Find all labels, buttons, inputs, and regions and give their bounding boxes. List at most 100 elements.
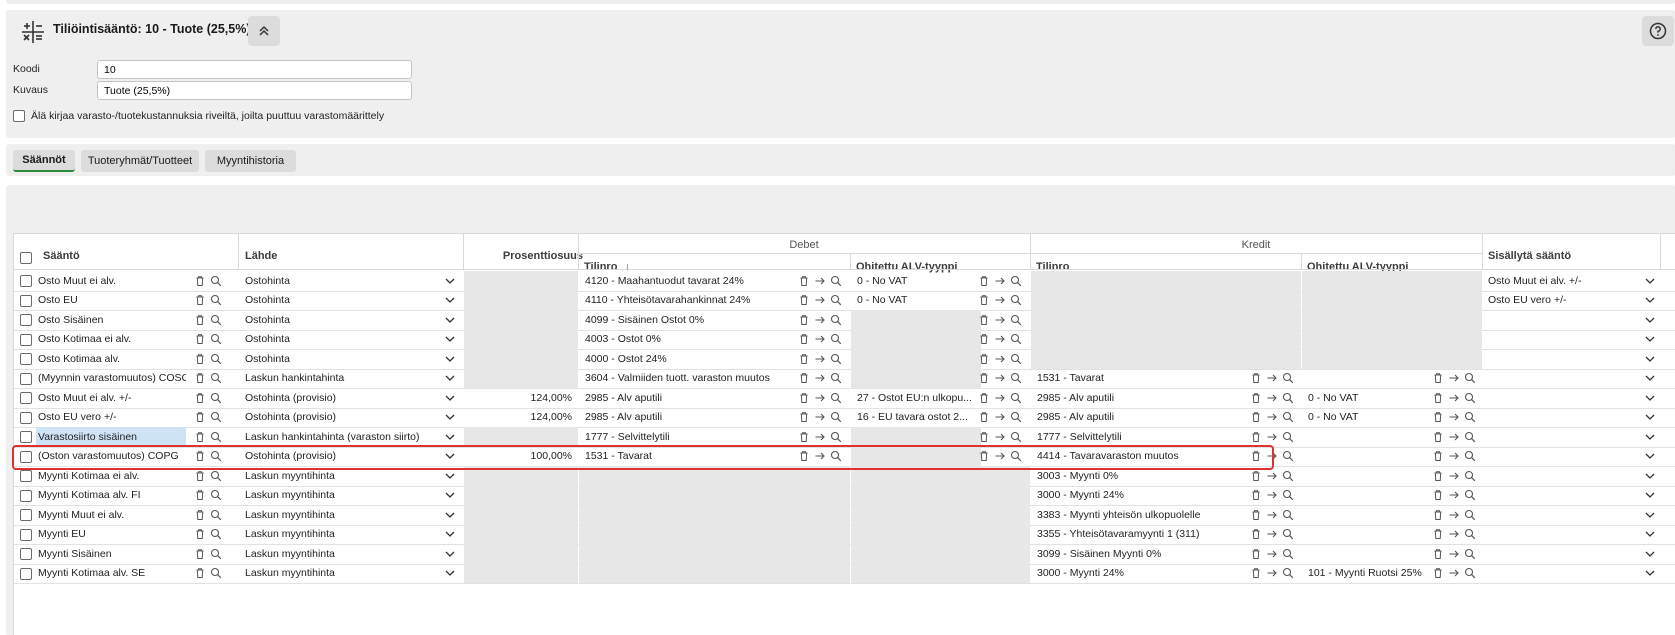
search-icon[interactable] — [1010, 275, 1022, 287]
search-icon[interactable] — [1464, 372, 1476, 384]
delete-icon[interactable] — [194, 392, 206, 404]
search-icon[interactable] — [1282, 528, 1294, 540]
source-value[interactable]: Laskun hankintahinta — [245, 369, 435, 389]
table-row[interactable]: Myynti Muut ei alv. Laskun myyntihinta 338… — [14, 505, 1675, 526]
search-icon[interactable] — [1464, 431, 1476, 443]
debet-account[interactable] — [579, 563, 779, 583]
select-all-checkbox[interactable] — [20, 252, 32, 264]
include-rule[interactable] — [1488, 427, 1648, 447]
kredit-vat-type[interactable]: 101 - Myynti Ruotsi 25% — [1302, 564, 1432, 584]
search-icon[interactable] — [830, 333, 842, 345]
header-saanto[interactable]: Sääntö — [43, 250, 80, 262]
debet-account[interactable]: 2985 - Alv aputili — [579, 408, 779, 428]
arrow-right-icon[interactable] — [994, 333, 1006, 345]
chevron-down-icon[interactable] — [444, 525, 456, 545]
chevron-down-icon[interactable] — [444, 466, 456, 486]
arrow-right-icon[interactable] — [1448, 450, 1460, 462]
delete-icon[interactable] — [1432, 567, 1444, 579]
delete-icon[interactable] — [1250, 528, 1262, 540]
include-rule[interactable] — [1488, 447, 1648, 467]
arrow-right-icon[interactable] — [1266, 489, 1278, 501]
delete-icon[interactable] — [798, 294, 810, 306]
debet-vat-type[interactable] — [851, 524, 981, 544]
percentage-value[interactable] — [464, 485, 578, 505]
row-checkbox[interactable] — [20, 450, 32, 463]
kredit-vat-type[interactable] — [1302, 486, 1432, 506]
percentage-value[interactable] — [464, 310, 578, 330]
debet-vat-type[interactable] — [851, 349, 981, 369]
table-row[interactable]: (Myynnin varastomuutos) COSG Laskun hanki… — [14, 368, 1675, 389]
delete-icon[interactable] — [1432, 392, 1444, 404]
arrow-right-icon[interactable] — [1448, 392, 1460, 404]
chevron-down-icon[interactable] — [444, 330, 456, 350]
chevron-down-icon[interactable] — [1644, 291, 1656, 311]
rule-name[interactable]: Osto EU — [36, 291, 186, 311]
rule-name[interactable]: Myynti EU — [36, 525, 186, 545]
kredit-account[interactable]: 3000 - Myynti 24% — [1031, 486, 1241, 506]
chevron-down-icon[interactable] — [1644, 408, 1656, 428]
kredit-vat-type[interactable]: 0 - No VAT — [1302, 408, 1432, 428]
chevron-down-icon[interactable] — [1644, 388, 1656, 408]
tab-tuoteryhmat[interactable]: Tuoteryhmät/Tuotteet — [81, 150, 199, 172]
search-icon[interactable] — [210, 372, 222, 384]
table-row[interactable]: Osto Sisäinen Ostohinta 4099 - Sisäinen Os… — [14, 310, 1675, 331]
rule-name[interactable]: Osto Muut ei alv. — [36, 271, 186, 291]
delete-icon[interactable] — [1250, 431, 1262, 443]
percentage-value[interactable]: 124,00% — [464, 408, 578, 428]
table-row[interactable]: Osto Muut ei alv. +/- Ostohinta (provisio… — [14, 388, 1675, 409]
search-icon[interactable] — [1010, 431, 1022, 443]
debet-vat-type[interactable]: 0 - No VAT — [851, 291, 981, 311]
debet-vat-type[interactable]: 0 - No VAT — [851, 271, 981, 291]
search-icon[interactable] — [1464, 528, 1476, 540]
chevron-down-icon[interactable] — [444, 271, 456, 291]
kredit-vat-type[interactable] — [1302, 544, 1432, 564]
search-icon[interactable] — [210, 509, 222, 521]
debet-account[interactable]: 4099 - Sisäinen Ostot 0% — [579, 310, 779, 330]
include-rule[interactable] — [1488, 486, 1648, 506]
arrow-right-icon[interactable] — [1448, 470, 1460, 482]
chevron-down-icon[interactable] — [1644, 564, 1656, 584]
delete-icon[interactable] — [1250, 450, 1262, 462]
delete-icon[interactable] — [194, 489, 206, 501]
search-icon[interactable] — [210, 489, 222, 501]
arrow-right-icon[interactable] — [1266, 470, 1278, 482]
search-icon[interactable] — [1010, 314, 1022, 326]
source-value[interactable]: Ostohinta — [245, 291, 435, 311]
search-icon[interactable] — [1282, 470, 1294, 482]
row-checkbox[interactable] — [20, 509, 32, 521]
kredit-vat-type[interactable] — [1302, 525, 1432, 545]
table-row[interactable]: Myynti EU Laskun myyntihinta 3355 - Yhteis… — [14, 524, 1675, 545]
arrow-right-icon[interactable] — [814, 450, 826, 462]
chevron-down-icon[interactable] — [444, 349, 456, 369]
debet-vat-type[interactable] — [851, 544, 981, 564]
include-rule[interactable]: Osto Muut ei alv. +/- — [1488, 271, 1648, 291]
delete-icon[interactable] — [798, 372, 810, 384]
chevron-down-icon[interactable] — [1644, 525, 1656, 545]
arrow-right-icon[interactable] — [1266, 509, 1278, 521]
row-checkbox[interactable] — [20, 411, 32, 424]
include-rule[interactable] — [1488, 310, 1648, 330]
kredit-account[interactable]: 1777 - Selvittelytili — [1031, 427, 1241, 447]
percentage-value[interactable] — [464, 368, 578, 388]
search-icon[interactable] — [1282, 509, 1294, 521]
arrow-right-icon[interactable] — [814, 372, 826, 384]
include-rule[interactable] — [1488, 408, 1648, 428]
chevron-down-icon[interactable] — [1644, 271, 1656, 291]
kredit-account[interactable] — [1031, 310, 1241, 330]
table-row[interactable]: Osto Kotimaa alv. Ostohinta 4000 - Ostot 2… — [14, 349, 1675, 370]
delete-icon[interactable] — [1250, 470, 1262, 482]
delete-icon[interactable] — [194, 548, 206, 560]
arrow-right-icon[interactable] — [994, 275, 1006, 287]
search-icon[interactable] — [1464, 509, 1476, 521]
chevron-down-icon[interactable] — [444, 310, 456, 330]
search-icon[interactable] — [210, 567, 222, 579]
percentage-value[interactable] — [464, 349, 578, 369]
kredit-account[interactable]: 3099 - Sisäinen Myynti 0% — [1031, 544, 1241, 564]
row-checkbox[interactable] — [20, 567, 32, 580]
search-icon[interactable] — [830, 275, 842, 287]
search-icon[interactable] — [1464, 548, 1476, 560]
arrow-right-icon[interactable] — [994, 372, 1006, 384]
debet-account[interactable]: 1777 - Selvittelytili — [579, 427, 779, 447]
delete-icon[interactable] — [798, 333, 810, 345]
debet-vat-type[interactable] — [851, 446, 981, 466]
